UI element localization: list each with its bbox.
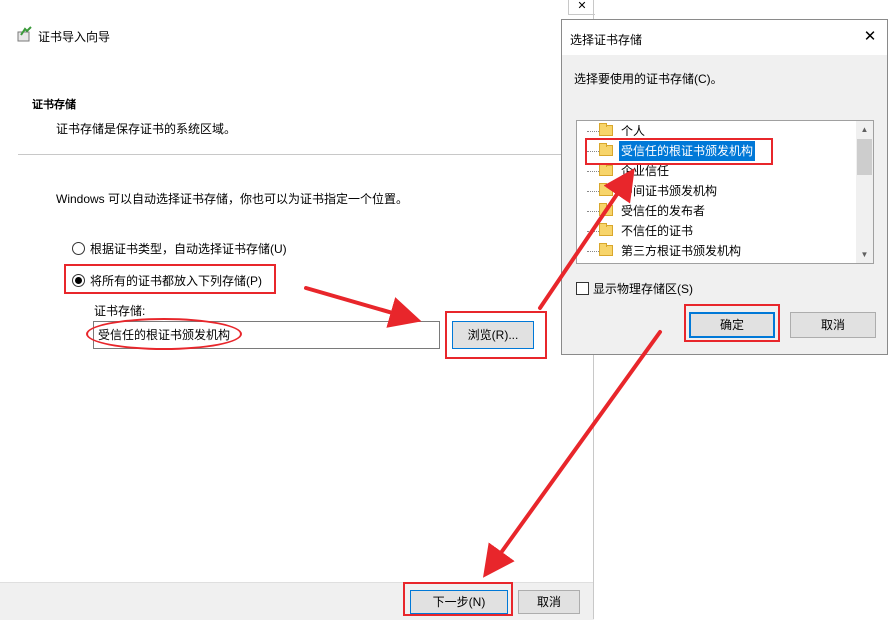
wizard-cancel-button[interactable]: 取消 — [518, 590, 580, 614]
scroll-up-icon[interactable]: ▲ — [856, 121, 873, 138]
dialog-title: 选择证书存储 — [570, 33, 643, 47]
dialog-cancel-button[interactable]: 取消 — [790, 312, 876, 338]
annotation-box-next — [403, 582, 513, 616]
annotation-box-browse — [445, 311, 547, 359]
annotation-box-radio — [64, 264, 276, 294]
checkbox-box[interactable] — [576, 282, 589, 295]
radio-auto-select-store[interactable]: 根据证书类型，自动选择证书存储(U) — [72, 240, 287, 257]
close-icon[interactable]: ✕ — [568, 0, 595, 15]
dialog-close-icon[interactable]: ✕ — [859, 26, 881, 48]
annotation-ellipse-store — [86, 318, 242, 350]
annotation-box-trusted-root — [585, 138, 773, 165]
scroll-down-icon[interactable]: ▼ — [856, 246, 873, 263]
header-divider — [18, 154, 594, 155]
tree-item-label: 第三方根证书颁发机构 — [621, 244, 742, 258]
tree-item-label: 受信任的发布者 — [621, 204, 706, 218]
tree-item-label: 中间证书颁发机构 — [621, 184, 718, 198]
folder-icon — [599, 243, 613, 256]
section-title: 证书存储 — [32, 99, 76, 111]
folder-icon — [599, 183, 613, 196]
section-description: 证书存储是保存证书的系统区域。 — [56, 122, 237, 136]
annotation-box-ok — [684, 304, 780, 342]
tree-item-label: 不信任的证书 — [621, 224, 694, 238]
show-physical-stores-checkbox[interactable]: 显示物理存储区(S) — [576, 280, 693, 297]
certificate-wizard-icon — [17, 26, 32, 42]
show-physical-stores-label: 显示物理存储区(S) — [593, 282, 693, 296]
dialog-prompt: 选择要使用的证书存储(C)。 — [574, 72, 723, 86]
scroll-thumb[interactable] — [857, 139, 872, 175]
tree-scrollbar[interactable]: ▲ ▼ — [856, 121, 873, 263]
dialog-titlebar: 选择证书存储 ✕ — [562, 20, 887, 55]
folder-icon — [599, 123, 613, 136]
folder-icon — [599, 163, 613, 176]
intro-text: Windows 可以自动选择证书存储，你也可以为证书指定一个位置。 — [56, 192, 409, 206]
folder-icon — [599, 203, 613, 216]
radio-auto-label: 根据证书类型，自动选择证书存储(U) — [90, 242, 287, 256]
certificate-import-wizard: ✕ 证书导入向导 证书存储 证书存储是保存证书的系统区域。 Windows 可以… — [0, 0, 595, 620]
folder-icon — [599, 223, 613, 236]
radio-button[interactable] — [72, 242, 85, 255]
certificate-store-label: 证书存储: — [94, 304, 146, 318]
wizard-title: 证书导入向导 — [38, 30, 111, 44]
